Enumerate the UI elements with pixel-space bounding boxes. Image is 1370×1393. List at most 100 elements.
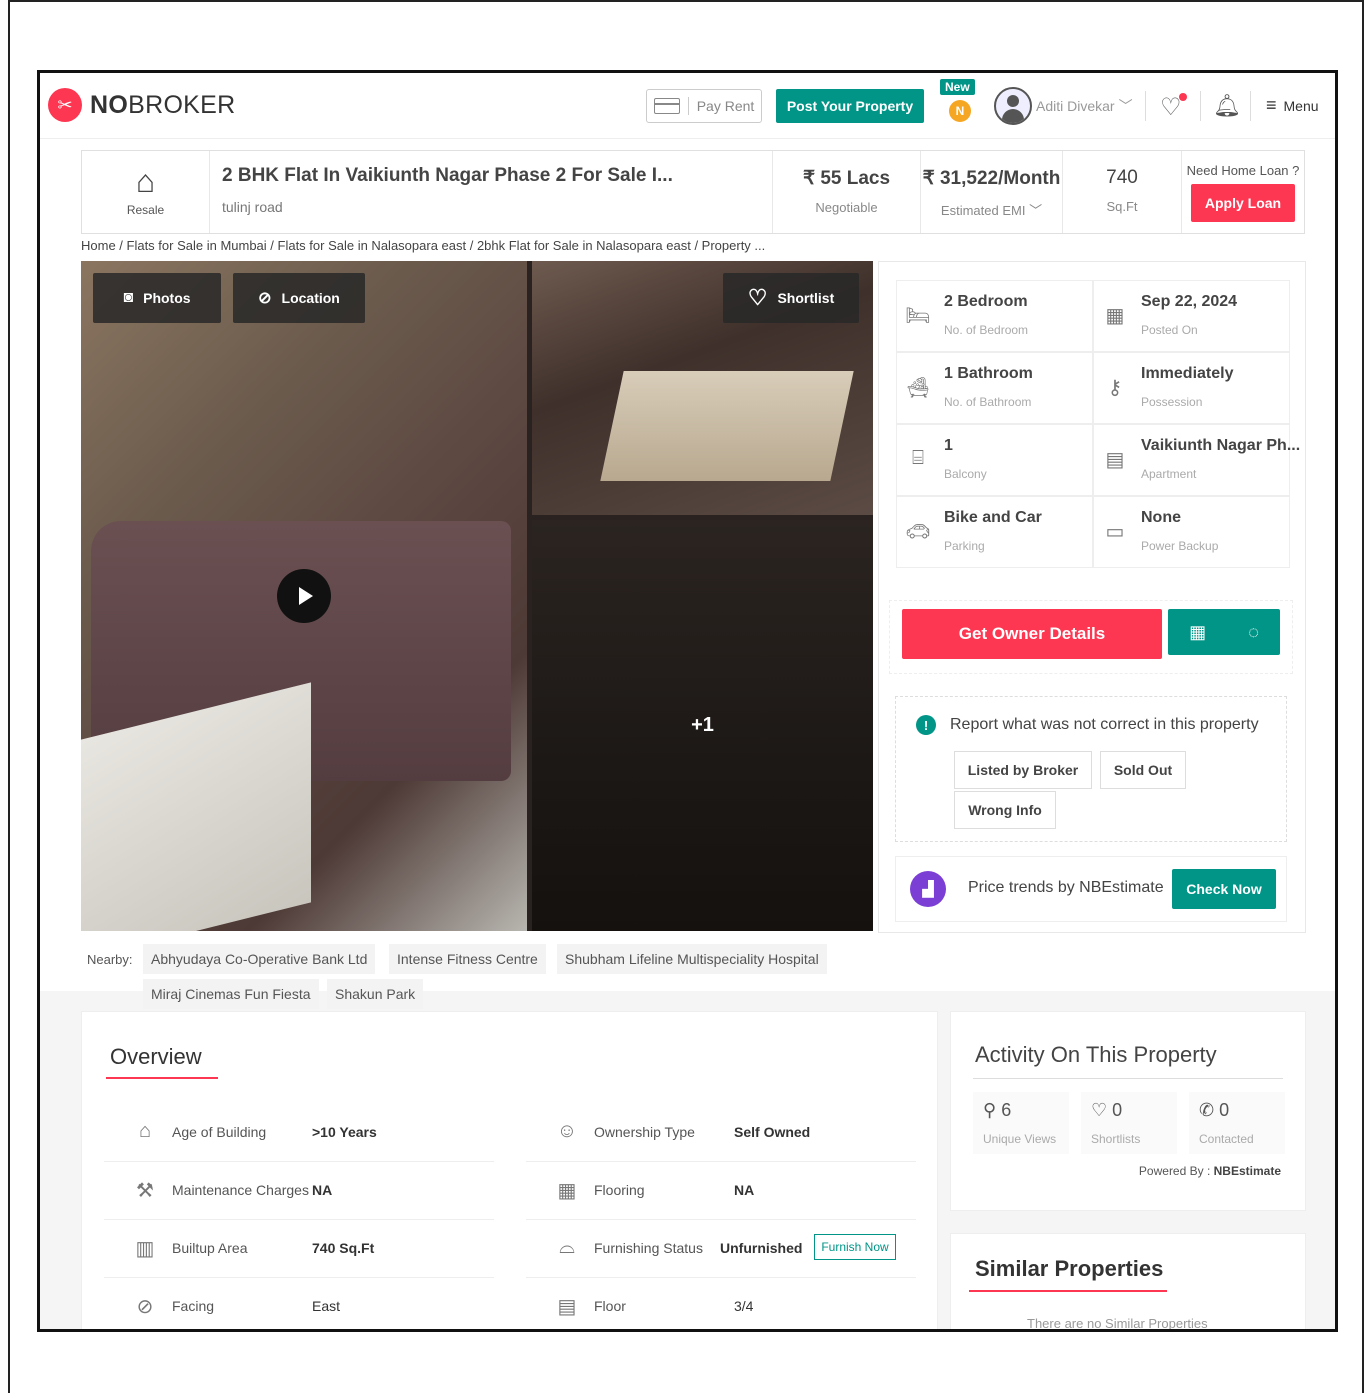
property-details-panel: 🛏︎ 2 Bedroom No. of Bedroom ▦ Sep 22, 20… — [878, 261, 1306, 933]
info-icon: ! — [916, 715, 936, 735]
logo-mark-icon: ✂ — [48, 88, 82, 122]
overview-title: Overview — [110, 1044, 202, 1069]
furnish-now-button[interactable]: Furnish Now — [814, 1234, 896, 1260]
powered-by: Powered By : NBEstimate — [1138, 1164, 1281, 1178]
calendar-icon[interactable]: ▦ — [1189, 622, 1206, 643]
nearby-place[interactable]: Miraj Cinemas Fun Fiesta — [143, 979, 319, 1009]
detail-balcony: ⌸ 1 Balcony — [896, 424, 1093, 496]
nb-coin-icon[interactable]: N — [949, 100, 971, 122]
building-age-icon: ⌂ — [138, 1120, 152, 1142]
logo-text: NOBROKER — [90, 90, 236, 119]
price-trend-box: ▟ Price trends by NBEstimate Check Now — [895, 856, 1287, 922]
report-sold-out[interactable]: Sold Out — [1100, 751, 1186, 789]
bathtub-icon: 🛁︎ — [905, 377, 931, 399]
battery-icon: ▭ — [1105, 521, 1125, 543]
phone-icon: ✆ — [1199, 1100, 1215, 1120]
emi-block[interactable]: ₹ 31,522/Month Estimated EMI ﹀ — [921, 151, 1063, 233]
price: ₹ 55 Lacs — [802, 168, 891, 189]
avatar — [994, 87, 1032, 125]
bell-icon[interactable]: 🔔︎ — [1213, 93, 1241, 119]
photos-button[interactable]: ◙ Photos — [93, 273, 221, 323]
overview-row: ☺ Ownership Type Self Owned — [526, 1104, 916, 1162]
tiles-icon: ▦ — [557, 1180, 577, 1202]
compass-icon: ⊘ — [258, 290, 272, 307]
nearby-place[interactable]: Intense Fitness Centre — [389, 944, 546, 974]
credit-card-icon — [653, 98, 680, 114]
post-property-button[interactable]: Post Your Property — [776, 89, 924, 123]
price-trend-text: Price trends by NBEstimate — [968, 879, 1164, 896]
detail-parking: 🚗︎ Bike and Car Parking — [896, 496, 1093, 568]
overview-row: ▤ Floor 3/4 — [526, 1278, 916, 1329]
overview-row: ⚒ Maintenance Charges NA — [104, 1162, 494, 1220]
apply-loan-button[interactable]: Apply Loan — [1191, 184, 1295, 222]
nobroker-logo[interactable]: ✂ NOBROKER — [48, 88, 236, 122]
overview-row: ⌓ Furnishing Status Unfurnished Furnish … — [526, 1220, 916, 1278]
schedule-chat-buttons: ▦ ◌ — [1168, 609, 1280, 655]
balcony-icon: ⌸ — [912, 447, 924, 469]
pay-rent-label: Pay Rent — [696, 98, 755, 114]
stat-contacted: ✆ 0 Contacted — [1189, 1092, 1285, 1154]
loan-question: Need Home Loan ? — [1186, 163, 1300, 178]
hamburger-icon: ≡ — [1266, 95, 1277, 115]
compass-icon: ⊘ — [136, 1296, 154, 1318]
stat-unique-views: ⚲ 6 Unique Views — [973, 1092, 1069, 1154]
report-title: Report what was not correct in this prop… — [950, 716, 1259, 733]
similar-empty-message: There are no Similar Properties — [1027, 1316, 1208, 1331]
property-title: 2 BHK Flat In Vaikiunth Nagar Phase 2 Fo… — [222, 165, 673, 186]
overview-row: ⊘ Facing East — [104, 1278, 494, 1329]
detail-posted-on: ▦ Sep 22, 2024 Posted On — [1093, 280, 1290, 352]
nearby-place[interactable]: Shubham Lifeline Multispeciality Hospita… — [557, 944, 827, 974]
top-header: ✂ NOBROKER Pay Rent Post Your Property N… — [40, 73, 1335, 139]
property-address: tulinj road — [222, 199, 283, 215]
menu-button[interactable]: ≡ Menu — [1266, 95, 1319, 116]
hammer-icon: ⚒ — [136, 1180, 154, 1202]
shortlist-button[interactable]: ♡ Shortlist — [723, 273, 859, 323]
heart-outline-icon: ♡ — [747, 285, 768, 310]
notification-dot — [1179, 93, 1187, 101]
area-value: 740 — [1106, 167, 1138, 188]
price-block: ₹ 55 Lacs Negotiable — [773, 151, 921, 233]
user-menu[interactable]: Aditi Divekar ﹀ — [994, 87, 1133, 125]
activity-title: Activity On This Property — [975, 1042, 1217, 1067]
price-note: Negotiable — [815, 200, 878, 215]
chat-icon[interactable]: ◌ — [1248, 622, 1259, 643]
photo-gallery[interactable]: +1 ◙ Photos ⊘ Location ♡ Shortlist — [81, 261, 873, 931]
owner-actions: Get Owner Details ▦ ◌ — [889, 600, 1293, 674]
chart-icon: ▟ — [910, 871, 946, 907]
detail-bathroom: 🛁︎ 1 Bathroom No. of Bathroom — [896, 352, 1093, 424]
owner-icon: ☺ — [556, 1120, 578, 1142]
pay-rent-button[interactable]: Pay Rent — [646, 89, 762, 123]
overview-row: ▦ Flooring NA — [526, 1162, 916, 1220]
get-owner-details-button[interactable]: Get Owner Details — [902, 609, 1162, 659]
building-icon: ▤ — [1105, 449, 1125, 471]
heart-icon: ♡ — [1091, 1100, 1108, 1120]
new-badge: New — [940, 79, 975, 95]
bed-icon: 🛏︎ — [905, 305, 931, 327]
calendar-icon: ▦ — [1105, 305, 1125, 327]
report-box: ! Report what was not correct in this pr… — [895, 696, 1287, 842]
activity-section: Activity On This Property ⚲ 6 Unique Vie… — [950, 1011, 1306, 1211]
play-video-icon[interactable] — [277, 569, 331, 623]
area-unit: Sq.Ft — [1106, 199, 1138, 214]
camera-icon: ◙ — [123, 289, 134, 306]
similar-properties-section: Similar Properties There are no Similar … — [950, 1233, 1306, 1331]
area-icon: ▥ — [135, 1238, 155, 1260]
check-now-button[interactable]: Check Now — [1172, 869, 1276, 909]
sofa-icon: ⌓ — [559, 1236, 575, 1258]
detail-power-backup: ▭ None Power Backup — [1093, 496, 1290, 568]
more-photos-tile[interactable]: +1 — [532, 520, 873, 931]
overview-row: ▥ Builtup Area 740 Sq.Ft — [104, 1220, 494, 1278]
nearby-label: Nearby: — [87, 952, 133, 967]
report-wrong-info[interactable]: Wrong Info — [954, 791, 1056, 829]
property-summary-bar: ⌂ Resale 2 BHK Flat In Vaikiunth Nagar P… — [81, 150, 1305, 234]
nearby-place[interactable]: Shakun Park — [327, 979, 424, 1009]
page: ✂ NOBROKER Pay Rent Post Your Property N… — [37, 70, 1338, 1332]
area-block: 740 Sq.Ft — [1063, 151, 1182, 233]
location-button[interactable]: ⊘ Location — [233, 273, 365, 323]
chevron-down-icon: ﹀ — [1029, 203, 1043, 218]
nearby-place[interactable]: Abhyudaya Co-Operative Bank Ltd — [143, 944, 376, 974]
breadcrumb[interactable]: Home / Flats for Sale in Mumbai / Flats … — [81, 238, 765, 253]
car-icon: 🚗︎ — [905, 521, 931, 543]
report-listed-by-broker[interactable]: Listed by Broker — [954, 751, 1092, 789]
main-photo[interactable] — [81, 261, 527, 931]
